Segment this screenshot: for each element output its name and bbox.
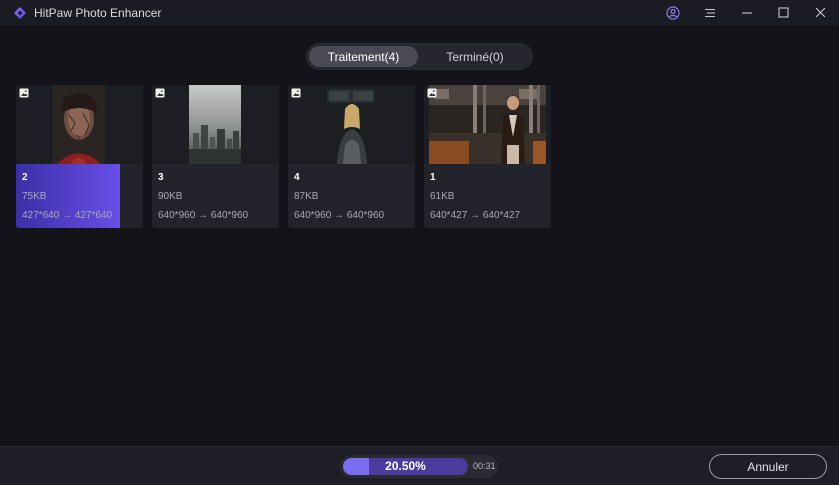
thumbnail-image [325,85,377,164]
card-name: 1 [430,172,436,183]
progress-percent: 20.50% [385,459,426,473]
card-file-size: 75KB [22,191,47,202]
maximize-icon [778,7,789,18]
image-icon [427,88,437,98]
progress-bar: 20.50% [343,458,468,475]
thumbnail-image [53,85,105,164]
menu-icon [704,8,715,17]
overall-progress: 20.50% 00:31 [340,455,498,478]
hitpaw-logo-icon [14,6,26,19]
card-name: 4 [294,172,300,183]
thumbnail-area [152,85,279,164]
minimize-icon [741,11,752,14]
thumbnail-area [16,85,143,164]
cancel-button[interactable]: Annuler [709,454,827,479]
thumbnail-area [424,85,551,164]
card-file-size: 87KB [294,191,319,202]
card-file-size: 90KB [158,191,183,202]
tab-processing[interactable]: Traitement(4) [309,46,418,67]
maximize-button[interactable] [765,0,802,25]
app-title: HitPaw Photo Enhancer [34,5,162,20]
image-card[interactable]: 2 75KB 427*640 → 427*640 [16,85,143,228]
image-card[interactable]: 3 90KB 640*960 → 640*960 [152,85,279,228]
elapsed-time: 00:31 [473,461,496,471]
image-icon [155,88,165,98]
card-name: 3 [158,172,164,183]
tab-finished[interactable]: Terminé(0) [420,46,530,67]
user-circle-icon [665,5,680,20]
card-resolution: 640*960 → 640*960 [158,210,249,221]
thumbnail-area [288,85,415,164]
minimize-button[interactable] [728,0,765,25]
card-resolution: 427*640 → 427*640 [22,210,113,221]
image-card[interactable]: 4 87KB 640*960 → 640*960 [288,85,415,228]
close-icon [815,7,826,18]
card-name: 2 [22,172,28,183]
close-button[interactable] [802,0,839,25]
image-icon [19,88,29,98]
card-resolution: 640*960 → 640*960 [294,210,385,221]
card-file-size: 61KB [430,191,455,202]
footer-bar: 20.50% 00:31 Annuler [0,446,839,485]
card-resolution: 640*427 → 640*427 [430,210,521,221]
image-icon [291,88,301,98]
thumbnail-image [429,85,546,164]
account-button[interactable] [654,0,691,25]
image-card[interactable]: 1 61KB 640*427 → 640*427 [424,85,551,228]
thumbnail-image [189,85,241,164]
title-bar: HitPaw Photo Enhancer [0,0,839,25]
status-tabs: Traitement(4) Terminé(0) [306,43,533,70]
menu-button[interactable] [691,0,728,25]
window-controls [654,0,839,25]
